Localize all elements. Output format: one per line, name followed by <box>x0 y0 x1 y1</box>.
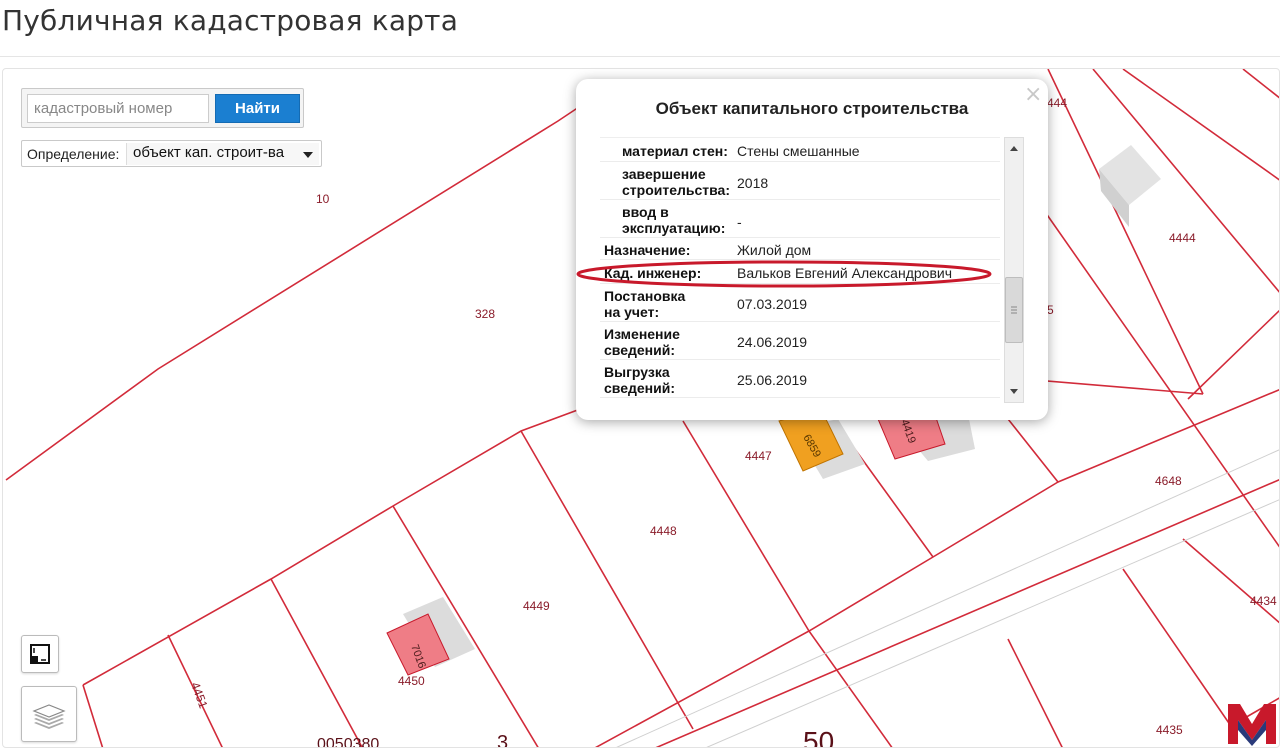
parcel-label-4447: 4447 <box>745 449 772 463</box>
property-key: Выгрузка сведений: <box>604 364 676 396</box>
property-row-wall-material: материал стен: Стены смешанные <box>600 138 1000 162</box>
parcel-label-328: 328 <box>475 307 495 321</box>
grip-icon <box>1011 306 1017 314</box>
parcel-label-4434: 4434 <box>1250 594 1277 608</box>
property-key: завершение строительства: <box>622 166 731 198</box>
parcel-label-4451: 4451 <box>188 680 210 710</box>
property-row-change: Изменение сведений: 24.06.2019 <box>600 322 1000 360</box>
parcel-label-4648: 4648 <box>1155 474 1182 488</box>
property-value: 07.03.2019 <box>737 296 808 312</box>
building-7016[interactable]: 7016 <box>386 597 475 676</box>
definition-selected-value: объект кап. строит-ва <box>133 144 285 161</box>
property-key: Изменение сведений: <box>604 326 680 358</box>
popup-title: Объект капитального строительства <box>655 99 969 118</box>
ruler-icon <box>30 644 50 664</box>
property-row-purpose: Назначение: Жилой дом <box>600 238 1000 260</box>
parcel-boundary <box>1187 309 1279 400</box>
property-row-commissioning: ввод в эксплуатацию: - <box>600 200 1000 238</box>
parcel-label-444: 444 <box>1047 96 1067 110</box>
highlight-ellipse <box>576 260 992 288</box>
property-key: Постановка на учет: <box>604 288 686 320</box>
parcel-boundary <box>1182 538 1279 624</box>
property-key: ввод в эксплуатацию: <box>622 204 726 236</box>
parcel-label-4448: 4448 <box>650 524 677 538</box>
page-title: Публичная кадастровая карта <box>2 4 459 37</box>
building-gray <box>1099 145 1161 227</box>
property-row-completion: завершение строительства: 2018 <box>600 162 1000 200</box>
parcel-boundary <box>1042 208 1279 548</box>
definition-label: Определение: <box>27 146 120 162</box>
parcel-boundary <box>1007 638 1063 747</box>
layers-button[interactable] <box>21 686 77 742</box>
parcel-boundary <box>1122 568 1234 730</box>
parcel-label-4435: 4435 <box>1156 723 1183 737</box>
definition-panel: Определение: объект кап. строит-ва <box>21 140 322 167</box>
scroll-up-arrow-icon[interactable] <box>1005 140 1023 158</box>
parcel-boundary <box>520 430 694 730</box>
search-panel: Найти <box>21 88 304 128</box>
parcel-boundary <box>594 481 1059 747</box>
property-value: - <box>737 214 742 230</box>
parcel-boundary <box>270 578 363 747</box>
parcel-label-5: 5 <box>1047 303 1054 317</box>
parcel-label-0050380: 0050380 <box>317 736 379 748</box>
ruler-button[interactable] <box>21 635 59 673</box>
popup-scrollbar-thumb[interactable] <box>1005 277 1023 343</box>
property-row-export: Выгрузка сведений: 25.06.2019 <box>600 360 1000 398</box>
property-key: материал стен: <box>622 143 728 159</box>
search-button[interactable]: Найти <box>215 94 300 123</box>
object-info-popup: × Объект капитального строительства мате… <box>576 79 1048 420</box>
property-value: 2018 <box>737 175 769 191</box>
parcel-label-50: 50 <box>803 726 834 748</box>
chevron-down-icon <box>303 152 313 158</box>
m-logo <box>1228 704 1276 746</box>
property-key: Назначение: <box>604 242 691 258</box>
property-value: Жилой дом <box>737 242 812 258</box>
property-value: 24.06.2019 <box>737 334 808 350</box>
road-edge <box>706 499 1279 747</box>
road-edge <box>616 449 1279 747</box>
parcel-boundary <box>655 478 1279 747</box>
property-value: 25.06.2019 <box>737 372 808 388</box>
definition-select[interactable]: объект кап. строит-ва <box>126 143 319 165</box>
parcel-label-3: 3 <box>497 732 508 748</box>
layers-icon <box>32 704 66 729</box>
parcel-boundary <box>1242 69 1279 99</box>
parcel-label-4449: 4449 <box>523 599 550 613</box>
search-input[interactable] <box>27 94 209 123</box>
scroll-down-arrow-icon[interactable] <box>1005 382 1023 400</box>
parcel-label-4444: 4444 <box>1169 231 1196 245</box>
parcel-label-10: 10 <box>316 192 330 206</box>
title-divider <box>0 56 1280 57</box>
parcel-boundary <box>82 684 104 747</box>
popup-scrollbar[interactable] <box>1004 137 1024 403</box>
parcel-label-4450: 4450 <box>398 674 425 688</box>
property-value: Стены смешанные <box>737 143 860 159</box>
